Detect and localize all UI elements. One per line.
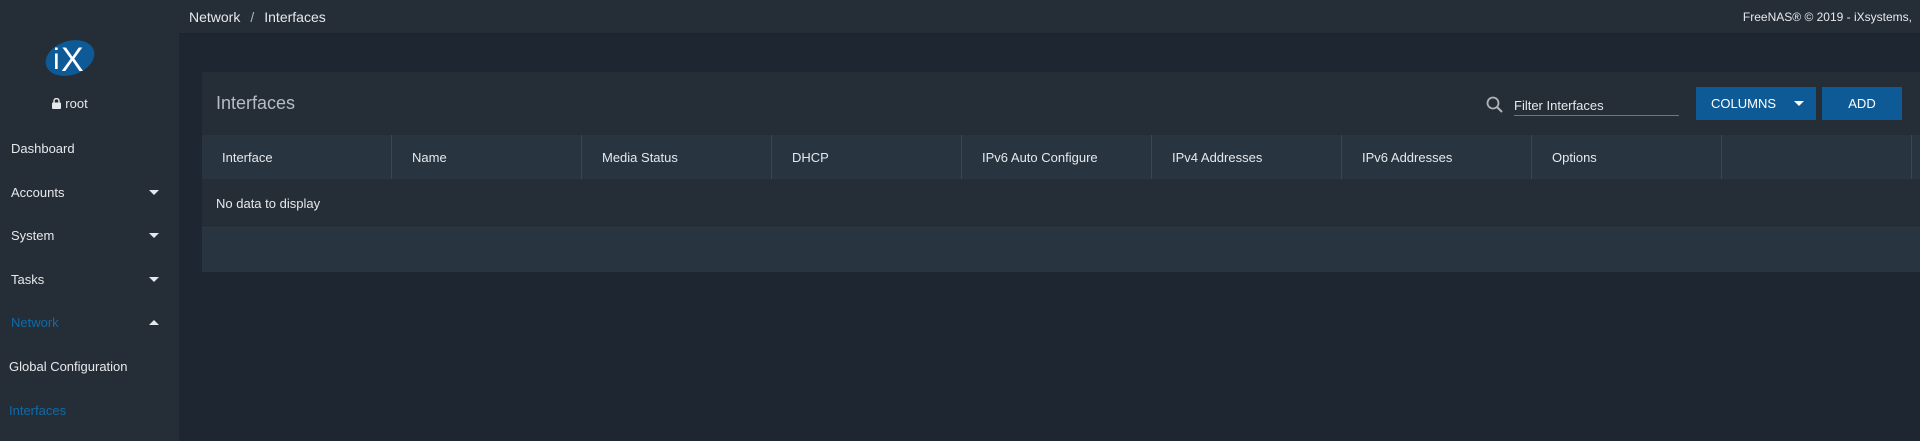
sidebar-item-label: Interfaces xyxy=(9,402,67,418)
column-header-options[interactable]: Options xyxy=(1532,135,1722,179)
svg-text:X: X xyxy=(61,41,84,79)
table-footer xyxy=(202,227,1920,272)
column-header-ipv4-addresses[interactable]: IPv4 Addresses xyxy=(1152,135,1342,179)
sidebar-item-label: System xyxy=(11,227,55,243)
chevron-down-icon xyxy=(149,189,159,195)
add-button[interactable]: ADD xyxy=(1822,87,1902,120)
breadcrumb: Network / Interfaces xyxy=(189,9,326,25)
interfaces-card: Interfaces COLUMNS ADD Interface Name Me… xyxy=(202,72,1920,272)
card-header: Interfaces COLUMNS ADD xyxy=(202,72,1920,132)
sidebar-item-label: Accounts xyxy=(11,184,65,200)
topbar: Network / Interfaces FreeNAS® © 2019 - i… xyxy=(179,0,1920,34)
sidebar-item-label: Network xyxy=(11,314,59,330)
filter-input[interactable] xyxy=(1514,92,1679,116)
column-header-interface[interactable]: Interface xyxy=(202,135,392,179)
sidebar-item-dashboard[interactable]: Dashboard xyxy=(0,128,179,168)
column-header-dhcp[interactable]: DHCP xyxy=(772,135,962,179)
sidebar-item-label: Dashboard xyxy=(11,140,75,156)
copyright-text: FreeNAS® © 2019 - iXsystems, xyxy=(1742,9,1912,24)
chevron-up-icon xyxy=(149,319,159,325)
sidebar-item-system[interactable]: System xyxy=(0,215,179,255)
chevron-down-icon xyxy=(1794,101,1804,106)
column-header-ipv6-auto-configure[interactable]: IPv6 Auto Configure xyxy=(962,135,1152,179)
search-icon xyxy=(1486,96,1503,113)
sidebar: i X root Dashboard Accounts System Tasks… xyxy=(0,0,179,441)
columns-button[interactable]: COLUMNS xyxy=(1696,87,1816,120)
sidebar-item-global-configuration[interactable]: Global Configuration xyxy=(0,346,179,386)
sidebar-item-network[interactable]: Network xyxy=(0,302,179,342)
sidebar-item-interfaces[interactable]: Interfaces xyxy=(0,390,179,430)
lock-icon xyxy=(52,98,62,109)
columns-label: COLUMNS xyxy=(1711,96,1777,111)
chevron-down-icon xyxy=(149,232,159,238)
sidebar-item-accounts[interactable]: Accounts xyxy=(0,172,179,212)
column-header-media-status[interactable]: Media Status xyxy=(582,135,772,179)
table-header: Interface Name Media Status DHCP IPv6 Au… xyxy=(202,135,1920,179)
sidebar-item-tasks[interactable]: Tasks xyxy=(0,259,179,299)
empty-message: No data to display xyxy=(216,196,321,211)
sidebar-item-label: Tasks xyxy=(11,271,45,287)
current-user: root xyxy=(0,96,140,111)
username: root xyxy=(65,96,88,111)
page-title: Interfaces xyxy=(216,93,296,113)
column-header-actions xyxy=(1722,135,1912,179)
ix-logo-icon: i X xyxy=(45,40,95,79)
sidebar-item-label: Global Configuration xyxy=(9,358,128,374)
breadcrumb-interfaces: Interfaces xyxy=(264,8,326,25)
svg-text:i: i xyxy=(53,43,60,76)
chevron-down-icon xyxy=(149,276,159,282)
breadcrumb-network[interactable]: Network xyxy=(189,9,240,25)
column-header-name[interactable]: Name xyxy=(392,135,582,179)
breadcrumb-separator: / xyxy=(250,8,255,25)
column-header-ipv6-addresses[interactable]: IPv6 Addresses xyxy=(1342,135,1532,179)
